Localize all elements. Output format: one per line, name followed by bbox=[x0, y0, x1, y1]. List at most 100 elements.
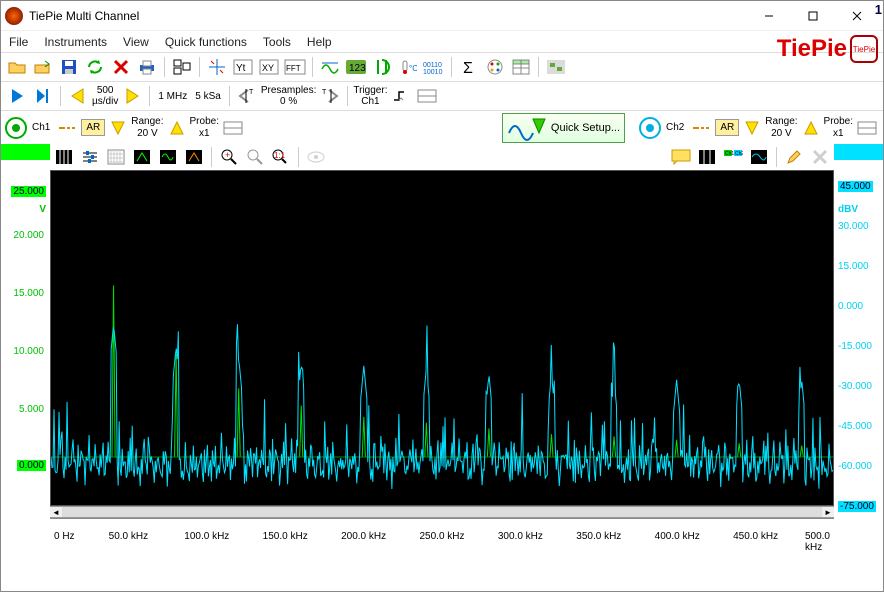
svg-text:T: T bbox=[249, 89, 254, 96]
reset-zoom-icon[interactable] bbox=[182, 145, 206, 169]
zoom-out-icon[interactable] bbox=[243, 145, 267, 169]
cursor-pair-icon[interactable] bbox=[695, 145, 719, 169]
print-icon[interactable] bbox=[135, 55, 159, 79]
menu-instruments[interactable]: Instruments bbox=[44, 35, 107, 49]
menu-help[interactable]: Help bbox=[307, 35, 332, 49]
sigma-icon[interactable]: Σ bbox=[457, 55, 481, 79]
sample-rate-label[interactable]: 1 MHz bbox=[155, 91, 190, 102]
plot-canvas[interactable] bbox=[50, 170, 834, 506]
ch1-ar-button[interactable]: AR bbox=[81, 119, 105, 136]
fft-mode-icon[interactable]: FFT bbox=[283, 55, 307, 79]
play-button[interactable] bbox=[5, 84, 29, 108]
ch1-range-down-icon[interactable] bbox=[107, 117, 129, 139]
trigger-display[interactable]: Trigger: Ch1 bbox=[353, 85, 387, 108]
scroll-left-icon[interactable]: ◄ bbox=[50, 507, 62, 517]
ch2-probe-display[interactable]: Probe:x1 bbox=[824, 116, 853, 139]
x-tick: 200.0 kHz bbox=[341, 531, 386, 542]
ch2-indicator-icon[interactable] bbox=[639, 117, 661, 139]
menu-tools[interactable]: Tools bbox=[263, 35, 291, 49]
ch2-coupling-icon[interactable] bbox=[689, 116, 713, 140]
left-tick: 0.000 bbox=[17, 460, 46, 471]
edit-icon[interactable] bbox=[782, 145, 806, 169]
table-icon[interactable] bbox=[509, 55, 533, 79]
presamples-prev-icon[interactable]: T bbox=[235, 84, 259, 108]
ch2-range-down-icon[interactable] bbox=[741, 117, 763, 139]
close-button[interactable] bbox=[835, 2, 879, 30]
zoom-in-icon[interactable]: + bbox=[217, 145, 241, 169]
ch1-settings-icon[interactable] bbox=[221, 116, 245, 140]
cursors-icon[interactable] bbox=[370, 55, 394, 79]
next-timebase-icon[interactable] bbox=[120, 84, 144, 108]
maximize-button[interactable] bbox=[791, 2, 835, 30]
right-tick: 45.000 bbox=[838, 181, 873, 192]
grid-lines-icon[interactable] bbox=[52, 145, 76, 169]
menu-quick-functions[interactable]: Quick functions bbox=[165, 35, 247, 49]
grid-config-icon[interactable] bbox=[170, 55, 194, 79]
right-tick: 30.000 bbox=[838, 221, 869, 232]
prev-timebase-icon[interactable] bbox=[66, 84, 90, 108]
temperature-icon[interactable]: °C bbox=[396, 55, 420, 79]
ch1-probe-display[interactable]: Probe:x1 bbox=[190, 116, 219, 139]
ch1-label[interactable]: Ch1 bbox=[29, 122, 53, 133]
timebase-display[interactable]: 500 µs/div bbox=[92, 85, 118, 107]
svg-text:Σ: Σ bbox=[463, 60, 473, 76]
sliders-icon[interactable] bbox=[78, 145, 102, 169]
channel-colors-icon[interactable]: Ch1Ch2 bbox=[721, 145, 745, 169]
save-icon[interactable] bbox=[57, 55, 81, 79]
x-tick: 250.0 kHz bbox=[419, 531, 464, 542]
ch2-label[interactable]: Ch2 bbox=[663, 122, 687, 133]
binary-icon[interactable]: 0011010010 bbox=[422, 55, 446, 79]
ch1-indicator-icon[interactable] bbox=[5, 117, 27, 139]
x-tick: 0 Hz bbox=[54, 531, 75, 542]
timebase-unit: µs/div bbox=[92, 96, 118, 107]
filter-icon[interactable] bbox=[318, 55, 342, 79]
quick-setup-button[interactable]: Quick Setup... bbox=[502, 113, 625, 143]
scroll-right-icon[interactable]: ► bbox=[822, 507, 834, 517]
trigger-settings-icon[interactable] bbox=[415, 84, 439, 108]
ch1-range-up-icon[interactable] bbox=[166, 117, 188, 139]
open-icon[interactable] bbox=[5, 55, 29, 79]
svg-text:+: + bbox=[225, 150, 230, 160]
menu-view[interactable]: View bbox=[123, 35, 149, 49]
wave-overlay-icon[interactable] bbox=[747, 145, 771, 169]
xy-mode-icon[interactable]: XY bbox=[257, 55, 281, 79]
sample-count-label[interactable]: 5 kSa bbox=[192, 91, 224, 102]
x-tick: 500.0 kHz bbox=[805, 531, 830, 553]
ch2-range-up-icon[interactable] bbox=[800, 117, 822, 139]
autofit-v-icon[interactable] bbox=[130, 145, 154, 169]
window-title: TiePie Multi Channel bbox=[29, 9, 747, 23]
ch2-settings-icon[interactable] bbox=[855, 116, 879, 140]
grid-fine-icon[interactable] bbox=[104, 145, 128, 169]
brand-mark-icon: TiePie bbox=[850, 35, 878, 63]
palette-icon[interactable] bbox=[483, 55, 507, 79]
x-axis: 0 Hz50.0 kHz100.0 kHz150.0 kHz200.0 kHz2… bbox=[50, 518, 834, 550]
ch1-coupling-icon[interactable] bbox=[55, 116, 79, 140]
clear-icon[interactable] bbox=[808, 145, 832, 169]
delete-icon[interactable] bbox=[109, 55, 133, 79]
open-online-icon[interactable] bbox=[31, 55, 55, 79]
presamples-next-icon[interactable]: T bbox=[318, 84, 342, 108]
svg-text:Yt: Yt bbox=[236, 63, 246, 74]
processing-icon[interactable] bbox=[544, 55, 568, 79]
ch1-range-display[interactable]: Range:20 V bbox=[131, 116, 163, 139]
minimize-button[interactable] bbox=[747, 2, 791, 30]
step-button[interactable] bbox=[31, 84, 55, 108]
comment-icon[interactable] bbox=[669, 145, 693, 169]
ch2-range-display[interactable]: Range:20 V bbox=[765, 116, 797, 139]
crosshair-icon[interactable] bbox=[205, 55, 229, 79]
plot-h-scrollbar[interactable]: ◄ ► bbox=[50, 506, 834, 518]
scroll-track[interactable] bbox=[62, 507, 822, 517]
refresh-icon[interactable] bbox=[83, 55, 107, 79]
presamples-display[interactable]: Presamples: 0 % bbox=[261, 85, 317, 108]
zoom-reset-icon[interactable]: 1:1 bbox=[269, 145, 293, 169]
ch2-ar-button[interactable]: AR bbox=[715, 119, 739, 136]
menu-file[interactable]: File bbox=[9, 35, 28, 49]
meter-icon[interactable]: 123 bbox=[344, 55, 368, 79]
autofit-h-icon[interactable] bbox=[156, 145, 180, 169]
visibility-icon[interactable] bbox=[304, 145, 328, 169]
x-tick: 100.0 kHz bbox=[184, 531, 229, 542]
trigger-edge-icon[interactable] bbox=[389, 84, 413, 108]
titlebar: TiePie Multi Channel bbox=[1, 1, 883, 31]
svg-text:00110: 00110 bbox=[423, 62, 442, 69]
yt-mode-icon[interactable]: Yt bbox=[231, 55, 255, 79]
